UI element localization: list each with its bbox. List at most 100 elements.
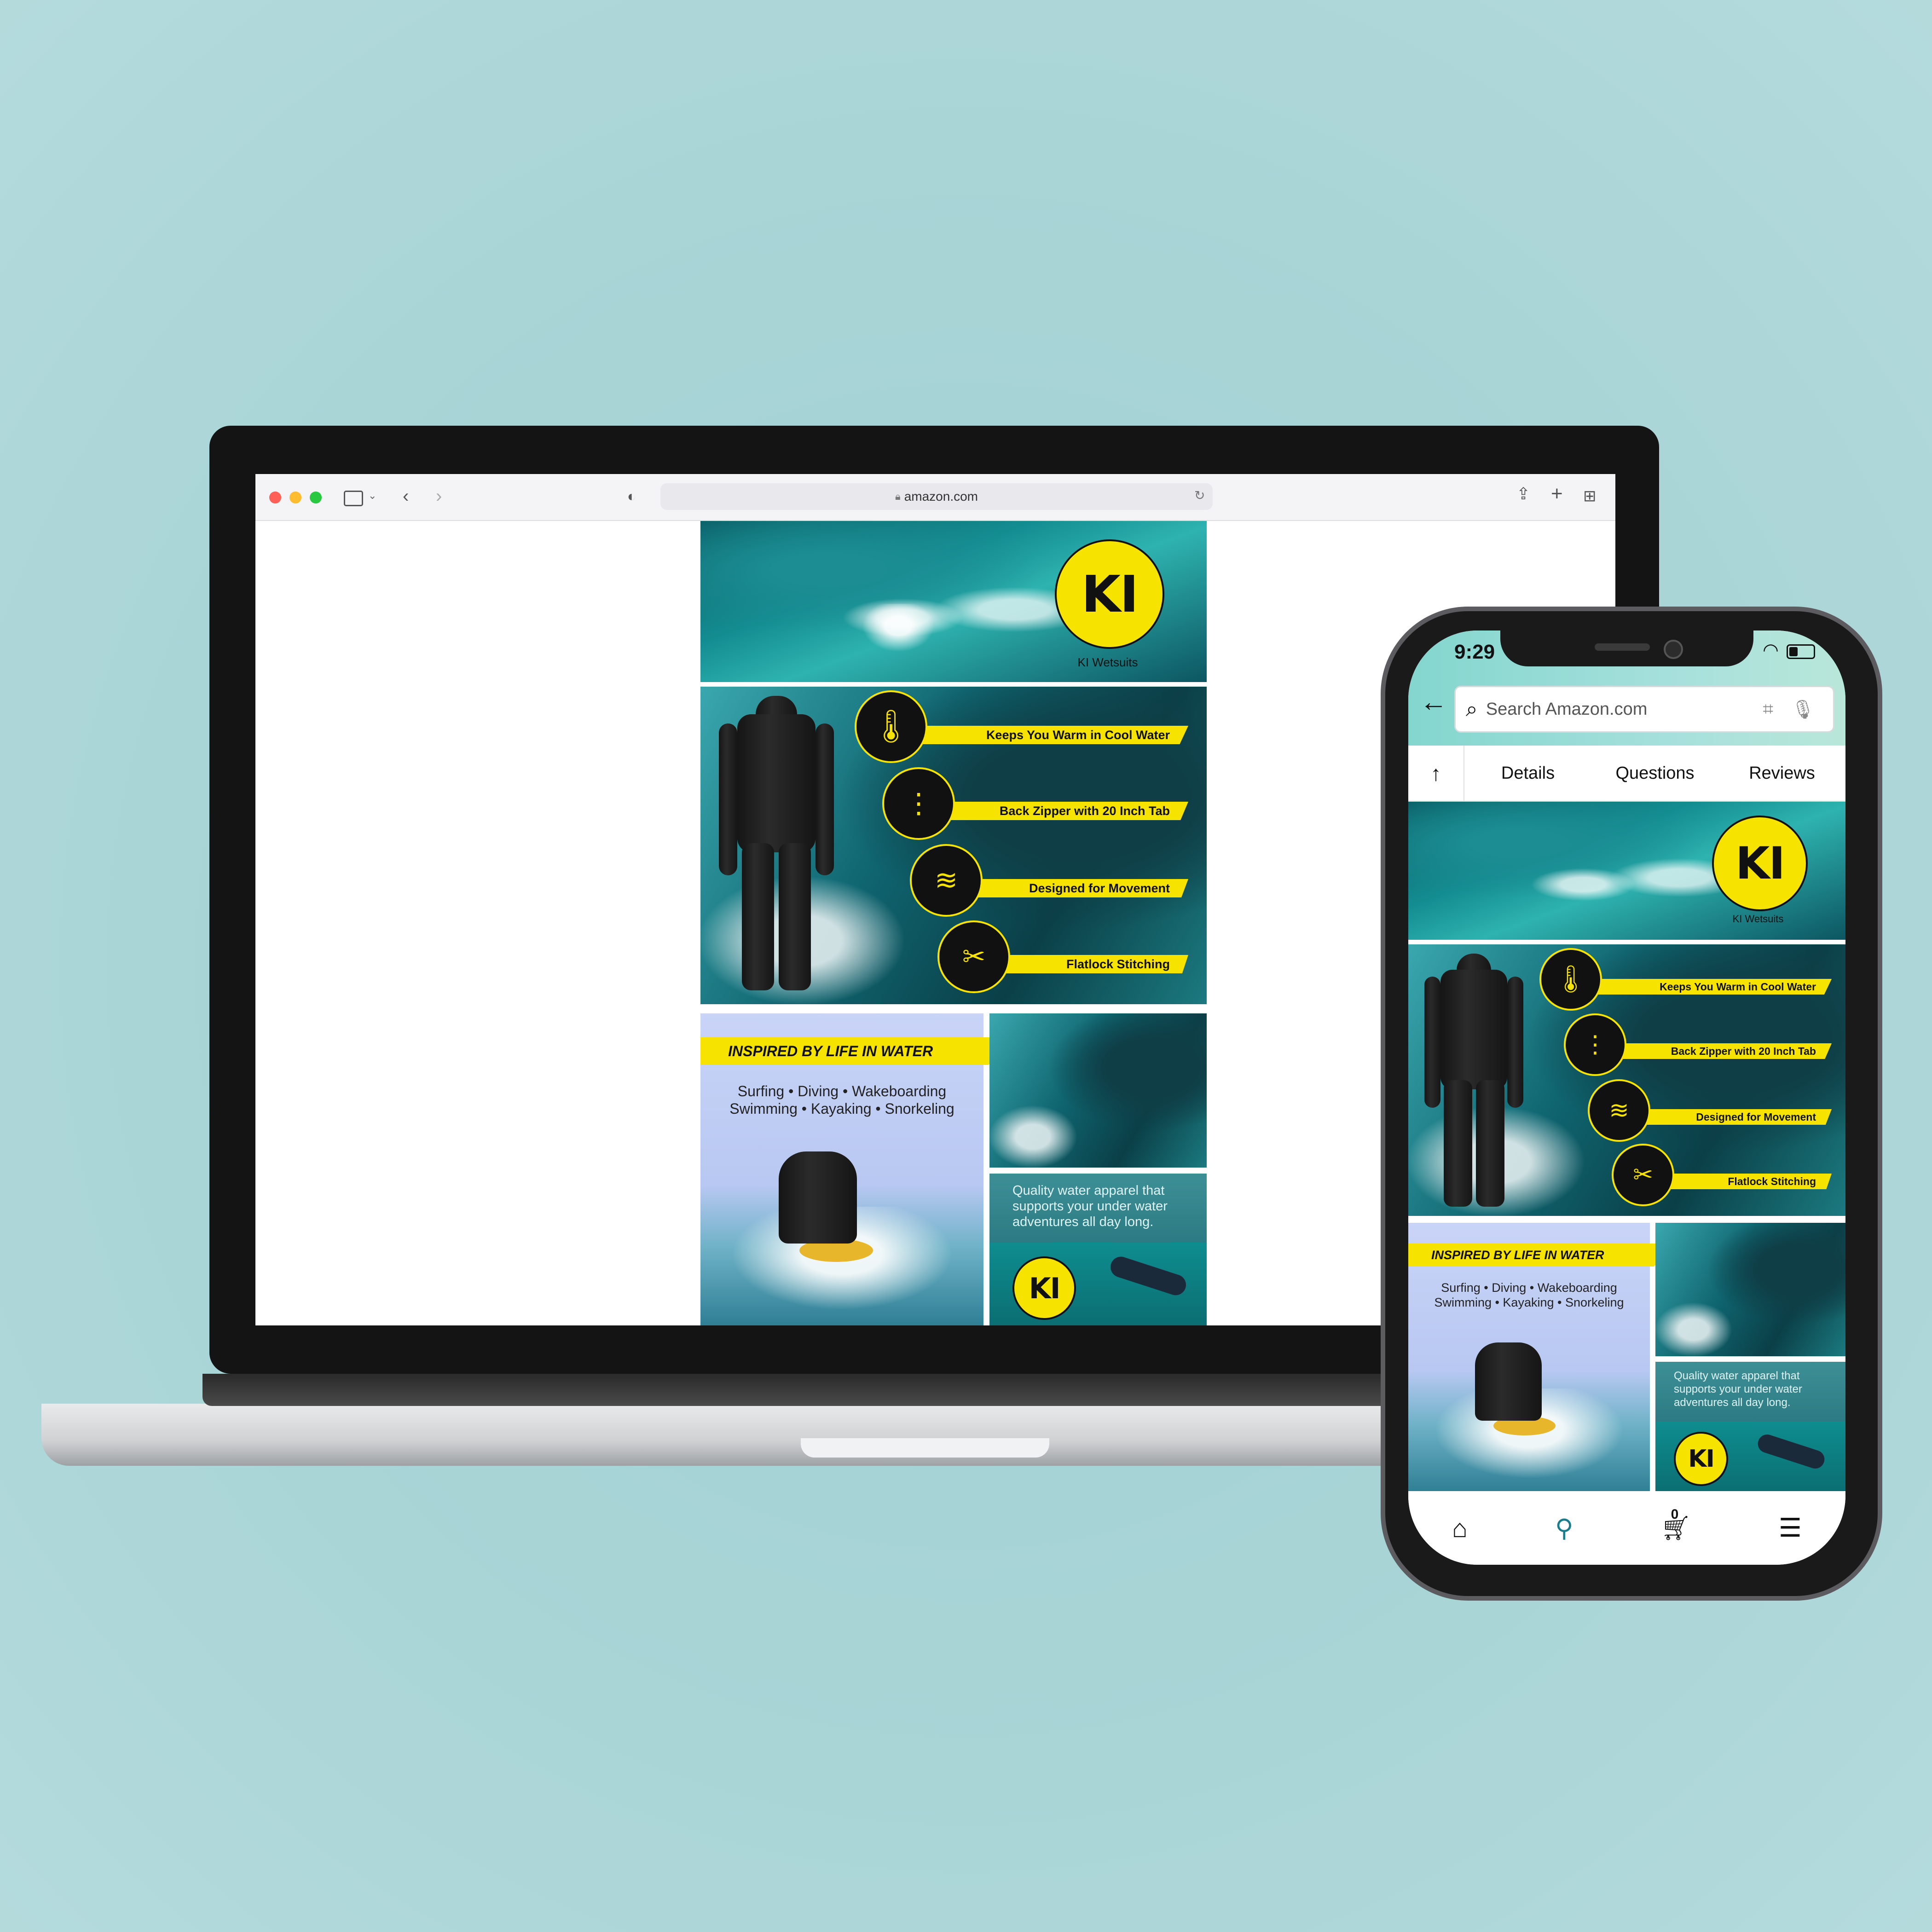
barrel-wave-photo [989, 1013, 1207, 1168]
bottom-navigation: ⌂ ⚲ 🛒︎ 0 ☰ [1408, 1491, 1845, 1565]
battery-icon [1787, 644, 1815, 659]
diver-panel: KI [989, 1243, 1207, 1325]
activities-line-2: Swimming • Kayaking • Snorkeling [1434, 1296, 1624, 1309]
shield-icon[interactable]: ◐ [627, 488, 636, 505]
swimmer-icon: ≋ [910, 844, 983, 917]
diver-panel: KI [1655, 1422, 1845, 1492]
activities-line-1: Surfing • Diving • Wakeboarding [737, 1083, 947, 1099]
search-placeholder: Search Amazon.com [1486, 699, 1648, 719]
feature-band-3: Designed for Movement [958, 879, 1188, 897]
scroll-up-icon[interactable]: ↑ [1408, 746, 1464, 801]
brand-logo: KI [1712, 816, 1808, 911]
feature-label: Flatlock Stitching [1066, 957, 1170, 971]
quality-panel: Quality water apparel that supports your… [989, 1174, 1207, 1243]
feature-label: Keeps You Warm in Cool Water [986, 728, 1170, 742]
aplus-content: KI KI Wetsuits Keeps You Warm in Cool Wa… [700, 521, 1207, 1325]
wetsuit-image [1424, 954, 1523, 1207]
inspired-banner: INSPIRED BY LIFE IN WATER [700, 1037, 1013, 1065]
zipper-icon: ⋮ [882, 767, 955, 840]
wetsuit-image [719, 696, 834, 990]
wifi-icon: ◠ [1763, 640, 1779, 660]
cart-count: 0 [1671, 1506, 1679, 1522]
feature-label: Flatlock Stitching [1728, 1175, 1816, 1187]
feature-label: Keeps You Warm in Cool Water [1660, 980, 1816, 993]
close-window-button[interactable] [269, 492, 281, 503]
features-panel: Keeps You Warm in Cool Water 🌡︎ Back Zip… [1408, 944, 1845, 1216]
activities-text: Surfing • Diving • Wakeboarding Swimming… [700, 1082, 983, 1117]
status-time: 9:29 [1454, 641, 1495, 663]
tab-reviews[interactable]: Reviews [1718, 764, 1845, 783]
feature-band-4: Flatlock Stitching [986, 955, 1188, 973]
forward-icon[interactable]: › [436, 486, 442, 507]
activities-text: Surfing • Diving • Wakeboarding Swimming… [1408, 1280, 1650, 1310]
zipper-icon: ⋮ [1564, 1013, 1626, 1076]
url-text: amazon.com [904, 489, 978, 503]
reload-icon[interactable]: ↻ [1194, 488, 1205, 503]
quality-text: Quality water apparel that supports your… [1012, 1183, 1168, 1229]
brand-logo-small: KI [1012, 1256, 1076, 1320]
search-icon: ⌕ [1466, 697, 1478, 721]
laptop-trackpad-notch [801, 1438, 1049, 1458]
hero-banner: KI KI Wetsuits [1408, 802, 1845, 940]
tab-overview-icon[interactable]: ⊞ [1583, 487, 1597, 505]
feature-band-1: Keeps You Warm in Cool Water [903, 726, 1188, 744]
swimmer-icon: ≋ [1588, 1079, 1650, 1142]
minimize-window-button[interactable] [289, 492, 301, 503]
brand-name: KI Wetsuits [1077, 655, 1138, 669]
feature-label: Designed for Movement [1696, 1111, 1816, 1123]
feature-band-1: Keeps You Warm in Cool Water [1583, 979, 1832, 995]
tab-details[interactable]: Details [1464, 764, 1591, 783]
inspired-banner: INSPIRED BY LIFE IN WATER [1408, 1244, 1675, 1267]
surfer-figure [1475, 1342, 1542, 1421]
address-bar[interactable]: 🔒︎ amazon.com [660, 483, 1213, 510]
phone-notch [1500, 631, 1753, 666]
lock-icon: 🔒︎ [895, 491, 901, 502]
tab-questions[interactable]: Questions [1591, 764, 1718, 783]
home-icon[interactable]: ⌂ [1452, 1513, 1468, 1543]
new-tab-icon[interactable]: + [1551, 482, 1563, 505]
browser-toolbar: ⌄ ‹ › ◐ 🔒︎ amazon.com ↻ ⇪ + ⊞ [255, 474, 1615, 521]
menu-icon[interactable]: ☰ [1779, 1513, 1802, 1543]
inspired-panel: INSPIRED BY LIFE IN WATER Surfing • Divi… [1408, 1223, 1675, 1492]
features-panel: Keeps You Warm in Cool Water 🌡︎ Back Zip… [700, 687, 1207, 1004]
thermometer-icon: 🌡︎ [855, 690, 927, 763]
feature-band-3: Designed for Movement [1629, 1109, 1832, 1125]
inspired-panel: INSPIRED BY LIFE IN WATER Surfing • Divi… [700, 1013, 1013, 1325]
barrel-wave-photo [1655, 1223, 1845, 1356]
stitching-icon: ✂︎ [1612, 1144, 1674, 1206]
phone-screen: 9:29 ◠ ← ⌕ Search Amazon.com ⌗ 🎙︎ ↑ Deta… [1408, 631, 1845, 1565]
product-tabs: ↑ Details Questions Reviews [1408, 746, 1845, 802]
feature-band-4: Flatlock Stitching [1652, 1174, 1832, 1189]
brand-logo: KI [1055, 539, 1164, 649]
brand-name: KI Wetsuits [1732, 913, 1784, 925]
stitching-icon: ✂︎ [937, 920, 1010, 993]
account-icon[interactable]: ⚲ [1555, 1514, 1573, 1543]
activities-line-2: Swimming • Kayaking • Snorkeling [729, 1100, 954, 1117]
back-icon[interactable]: ‹ [403, 486, 409, 507]
cart-icon[interactable]: 🛒︎ 0 [1661, 1507, 1691, 1542]
feature-label: Designed for Movement [1029, 881, 1170, 895]
feature-label: Back Zipper with 20 Inch Tab [999, 804, 1170, 818]
diver-figure [1108, 1254, 1189, 1298]
phone-aplus-content: KI KI Wetsuits Keeps You Warm in Cool Wa… [1408, 802, 1845, 1492]
inspired-title: INSPIRED BY LIFE IN WATER [728, 1042, 933, 1059]
zoom-window-button[interactable] [310, 492, 322, 503]
feature-band-2: Back Zipper with 20 Inch Tab [1606, 1043, 1832, 1059]
chevron-down-icon[interactable]: ⌄ [368, 490, 376, 502]
microphone-icon[interactable]: 🎙︎ [1791, 699, 1815, 720]
back-arrow-icon[interactable]: ← [1420, 686, 1447, 717]
camera-search-icon[interactable]: ⌗ [1763, 699, 1773, 720]
feature-label: Back Zipper with 20 Inch Tab [1671, 1045, 1816, 1057]
share-icon[interactable]: ⇪ [1516, 484, 1530, 503]
hero-banner: KI KI Wetsuits [700, 521, 1207, 682]
quality-panel: Quality water apparel that supports your… [1655, 1362, 1845, 1422]
thermometer-icon: 🌡︎ [1539, 948, 1602, 1011]
search-input[interactable]: ⌕ Search Amazon.com ⌗ 🎙︎ [1454, 686, 1834, 733]
diver-figure [1755, 1432, 1827, 1471]
activities-line-1: Surfing • Diving • Wakeboarding [1441, 1281, 1617, 1295]
sidebar-icon[interactable] [344, 491, 363, 506]
surfer-figure [779, 1151, 857, 1244]
camera [1664, 640, 1683, 659]
surfer-image [852, 604, 944, 659]
inspired-title: INSPIRED BY LIFE IN WATER [1431, 1248, 1604, 1262]
